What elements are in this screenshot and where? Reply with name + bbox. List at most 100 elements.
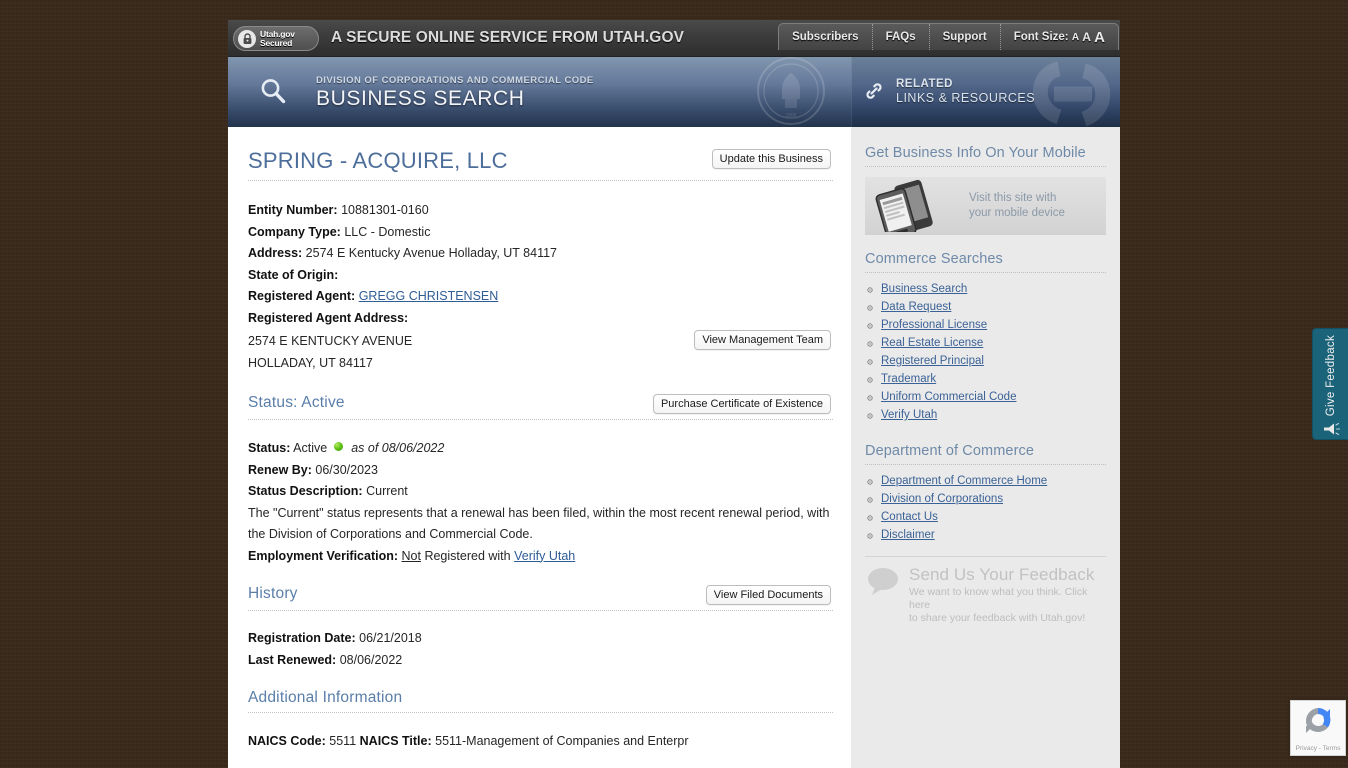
font-size-large-button[interactable]: A bbox=[1094, 29, 1105, 46]
banner-title: BUSINESS SEARCH bbox=[316, 87, 525, 110]
sidebar-link-disclaimer[interactable]: Disclaimer bbox=[881, 529, 935, 541]
badge-line-2: Secured bbox=[260, 37, 293, 48]
employment-mid-text: Registered with bbox=[424, 548, 511, 563]
gear-icon bbox=[866, 495, 874, 508]
page-title: SPRING - ACQUIRE, LLC bbox=[248, 148, 508, 173]
nav-item-subscribers[interactable]: Subscribers bbox=[779, 24, 873, 50]
verify-utah-link[interactable]: Verify Utah bbox=[514, 549, 575, 563]
list-item: Registered Principal bbox=[865, 355, 1106, 368]
mobile-promo-line-2: your mobile device bbox=[969, 207, 1065, 219]
company-type-value: LLC - Domestic bbox=[344, 224, 431, 239]
list-item: Verify Utah bbox=[865, 409, 1106, 422]
gear-icon bbox=[866, 321, 874, 334]
status-details: Status: Active as of 08/06/2022 Renew By… bbox=[248, 438, 831, 567]
sidebar-link-registered-principal[interactable]: Registered Principal bbox=[881, 355, 984, 367]
recaptcha-terms-link[interactable]: Terms bbox=[1323, 745, 1341, 752]
renew-by-label: Renew By: bbox=[248, 462, 312, 477]
recaptcha-terms: Privacy - Terms bbox=[1296, 745, 1341, 752]
give-feedback-tab[interactable]: Give Feedback bbox=[1312, 328, 1348, 440]
sidebar-link-trademark[interactable]: Trademark bbox=[881, 373, 936, 385]
recaptcha-badge[interactable]: Privacy - Terms bbox=[1290, 700, 1346, 756]
registered-agent-address-field: Registered Agent Address: bbox=[248, 308, 831, 330]
renew-by-value: 06/30/2023 bbox=[315, 462, 378, 477]
sidebar-link-data-request[interactable]: Data Request bbox=[881, 301, 951, 313]
list-item: Contact Us bbox=[865, 511, 1106, 524]
nav-item-faqs[interactable]: FAQs bbox=[873, 24, 930, 50]
status-heading-row: Status: Active Purchase Certificate of E… bbox=[248, 394, 831, 414]
sidebar-link-uniform-commercial-code[interactable]: Uniform Commercial Code bbox=[881, 391, 1016, 403]
status-description-value: Current bbox=[366, 484, 408, 498]
utah-gov-tagline: A SECURE ONLINE SERVICE FROM UTAH.GOV bbox=[331, 29, 685, 46]
status-label: Status: bbox=[248, 441, 291, 455]
recaptcha-separator: - bbox=[1318, 745, 1321, 752]
company-type-label: Company Type: bbox=[248, 224, 341, 239]
recaptcha-privacy-link[interactable]: Privacy bbox=[1296, 745, 1317, 752]
sidebar-link-commerce-home[interactable]: Department of Commerce Home bbox=[881, 475, 1047, 487]
registered-agent-address-label: Registered Agent Address: bbox=[248, 310, 409, 325]
view-management-team-button[interactable]: View Management Team bbox=[694, 330, 831, 350]
gear-icon bbox=[866, 339, 874, 352]
mobile-promo-banner[interactable]: Visit this site with your mobile device bbox=[865, 177, 1106, 235]
address-field: Address: 2574 E Kentucky Avenue Holladay… bbox=[248, 243, 831, 265]
commerce-searches-heading: Commerce Searches bbox=[865, 251, 1003, 267]
page-body: SPRING - ACQUIRE, LLC Update this Busine… bbox=[228, 127, 1120, 768]
megaphone-icon bbox=[1321, 421, 1341, 442]
send-feedback-banner[interactable]: Send Us Your Feedback We want to know wh… bbox=[865, 565, 1106, 625]
mobile-promo-line-1: Visit this site with bbox=[969, 192, 1057, 204]
sidebar-link-division-corporations[interactable]: Division of Corporations bbox=[881, 493, 1003, 505]
agent-address-row: 2574 E KENTUCKY AVENUE HOLLADAY, UT 8411… bbox=[248, 330, 831, 374]
agent-address-block: 2574 E KENTUCKY AVENUE HOLLADAY, UT 8411… bbox=[248, 331, 412, 374]
search-icon[interactable] bbox=[258, 76, 288, 111]
employment-verification-label: Employment Verification: bbox=[248, 548, 399, 563]
mobile-section-heading: Get Business Info On Your Mobile bbox=[865, 145, 1086, 161]
secured-badge-text: Utah.gov Secured bbox=[260, 29, 295, 48]
update-this-business-button[interactable]: Update this Business bbox=[711, 149, 831, 169]
state-seal-icon: 1896 bbox=[755, 57, 827, 127]
purchase-certificate-button[interactable]: Purchase Certificate of Existence bbox=[652, 394, 831, 414]
banner-kicker: DIVISION OF CORPORATIONS AND COMMERCIAL … bbox=[316, 75, 594, 86]
sidebar-link-verify-utah[interactable]: Verify Utah bbox=[881, 409, 937, 421]
commerce-searches-list: Business Search Data Request Professiona… bbox=[865, 283, 1106, 422]
address-value: 2574 E Kentucky Avenue Holladay, UT 8411… bbox=[305, 246, 558, 260]
feedback-line-2: to share your feedback with Utah.gov! bbox=[909, 612, 1086, 624]
recaptcha-icon bbox=[1301, 704, 1335, 743]
list-item: Department of Commerce Home bbox=[865, 475, 1106, 488]
nav-item-support[interactable]: Support bbox=[930, 24, 1001, 50]
business-details-list: Entity Number: 10881301-0160 Company Typ… bbox=[248, 200, 831, 329]
list-item: Data Request bbox=[865, 301, 1106, 314]
sidebar-link-real-estate-license[interactable]: Real Estate License bbox=[881, 337, 983, 349]
feedback-title: Send Us Your Feedback bbox=[909, 565, 1095, 584]
history-section-heading: History bbox=[248, 585, 298, 602]
status-indicator-dot bbox=[333, 442, 343, 451]
utah-gov-secured-badge[interactable]: Utah.gov Secured bbox=[233, 26, 319, 51]
naics-title-value: 5511-Management of Companies and Enterpr bbox=[435, 734, 689, 748]
lock-icon bbox=[238, 29, 256, 48]
utah-gov-top-bar: Utah.gov Secured A SECURE ONLINE SERVICE… bbox=[228, 20, 1120, 57]
status-as-of-date: as of 08/06/2022 bbox=[351, 441, 445, 455]
last-renewed-label: Last Renewed: bbox=[248, 652, 337, 667]
gear-icon bbox=[866, 411, 874, 424]
agent-address-line-1: 2574 E KENTUCKY AVENUE bbox=[248, 334, 413, 348]
registered-agent-label: Registered Agent: bbox=[248, 289, 356, 303]
status-row: Status: Active as of 08/06/2022 bbox=[248, 438, 831, 460]
status-description-label: Status Description: bbox=[248, 484, 363, 498]
font-size-medium-button[interactable]: A bbox=[1082, 30, 1091, 44]
commerce-heading-divider bbox=[865, 272, 1106, 273]
registered-agent-link[interactable]: GREGG CHRISTENSEN bbox=[359, 289, 499, 303]
sidebar: Get Business Info On Your Mobile Visit t… bbox=[851, 127, 1120, 768]
additional-heading-row: Additional Information bbox=[248, 689, 831, 707]
sidebar-link-professional-license[interactable]: Professional License bbox=[881, 319, 987, 331]
sidebar-link-contact-us[interactable]: Contact Us bbox=[881, 511, 938, 523]
naics-title-label: NAICS Title: bbox=[359, 734, 432, 748]
renew-by-row: Renew By: 06/30/2023 bbox=[248, 460, 831, 482]
department-heading-divider bbox=[865, 464, 1106, 465]
page-container: Utah.gov Secured A SECURE ONLINE SERVICE… bbox=[228, 20, 1120, 768]
entity-number-label: Entity Number: bbox=[248, 203, 338, 217]
status-value: Active bbox=[293, 441, 328, 455]
feedback-text-group: Send Us Your Feedback We want to know wh… bbox=[909, 565, 1106, 625]
view-filed-documents-button[interactable]: View Filed Documents bbox=[705, 585, 831, 605]
list-item: Trademark bbox=[865, 373, 1106, 386]
sidebar-link-business-search[interactable]: Business Search bbox=[881, 283, 967, 295]
font-size-small-button[interactable]: A bbox=[1072, 32, 1079, 43]
status-description-row: Status Description: Current bbox=[248, 481, 831, 503]
